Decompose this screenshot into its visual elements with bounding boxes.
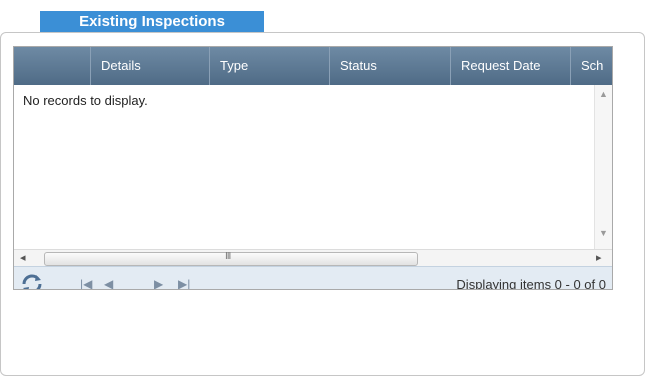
grid-body: No records to display. ▲ ▼ bbox=[14, 85, 612, 249]
chevron-left-icon[interactable]: ◂ bbox=[20, 251, 26, 264]
column-header-status[interactable]: Status bbox=[330, 47, 451, 85]
refresh-icon[interactable] bbox=[22, 274, 42, 290]
tab-existing-inspections[interactable]: Existing Inspections bbox=[40, 11, 264, 32]
column-header-details[interactable]: Details bbox=[91, 47, 210, 85]
vertical-scrollbar[interactable]: ▲ ▼ bbox=[594, 85, 612, 249]
chevron-right-icon[interactable]: ▸ bbox=[596, 251, 602, 264]
grid-pager: |◀ ◀ ▶ ▶| Displaying items 0 - 0 of 0 bbox=[14, 266, 612, 290]
prev-page-button[interactable]: ◀ bbox=[104, 277, 113, 289]
last-page-button[interactable]: ▶| bbox=[178, 277, 190, 289]
horizontal-scroll-thumb[interactable]: III bbox=[44, 251, 418, 266]
scroll-grip: III bbox=[225, 251, 231, 262]
next-page-button[interactable]: ▶ bbox=[154, 277, 163, 289]
chevron-down-icon[interactable]: ▼ bbox=[599, 228, 608, 238]
column-header-scheduled[interactable]: Sch bbox=[571, 47, 612, 85]
chevron-up-icon[interactable]: ▲ bbox=[599, 89, 608, 99]
grid-header: Details Type Status Request Date Sch bbox=[14, 47, 612, 85]
horizontal-scrollbar[interactable]: ◂ III ▸ bbox=[14, 249, 612, 267]
empty-message: No records to display. bbox=[23, 93, 148, 108]
inspections-grid: Details Type Status Request Date Sch No … bbox=[13, 46, 613, 290]
column-header-type[interactable]: Type bbox=[210, 47, 330, 85]
column-header-select[interactable] bbox=[14, 47, 91, 85]
pager-info: Displaying items 0 - 0 of 0 bbox=[456, 277, 606, 290]
first-page-button[interactable]: |◀ bbox=[80, 277, 92, 289]
column-header-request-date[interactable]: Request Date bbox=[451, 47, 571, 85]
inspections-panel: Details Type Status Request Date Sch No … bbox=[0, 32, 645, 376]
